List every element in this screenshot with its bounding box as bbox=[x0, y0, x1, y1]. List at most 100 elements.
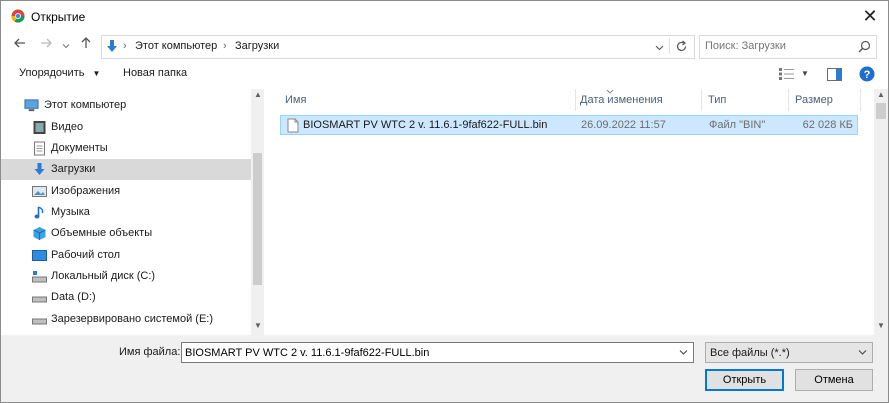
sidebar-item-this-pc[interactable]: Этот компьютер bbox=[1, 95, 251, 116]
sidebar-item-label: Локальный диск (C:) bbox=[51, 270, 156, 282]
chevron-down-icon[interactable] bbox=[655, 43, 664, 52]
drive-icon bbox=[32, 296, 47, 303]
breadcrumb-separator-icon: › bbox=[223, 40, 227, 52]
forward-button[interactable] bbox=[37, 36, 55, 54]
sidebar-item-music[interactable]: Музыка bbox=[1, 202, 251, 223]
breadcrumb-downloads[interactable]: Загрузки bbox=[235, 40, 279, 52]
cancel-button[interactable]: Отмена bbox=[795, 369, 873, 391]
sidebar-item-3d-objects[interactable]: Объемные объекты bbox=[1, 223, 251, 244]
refresh-icon[interactable] bbox=[675, 40, 688, 53]
sidebar-item-label: Объемные объекты bbox=[51, 227, 153, 239]
file-name: BIOSMART PV WTC 2 v. 11.6.1-9faf622-FULL… bbox=[303, 119, 548, 131]
sidebar-item-label: Изображения bbox=[51, 185, 121, 197]
column-header-type[interactable]: Тип bbox=[708, 89, 726, 111]
3d-objects-icon bbox=[33, 227, 46, 240]
column-divider[interactable] bbox=[575, 89, 576, 111]
sidebar-item-desktop[interactable]: Рабочий стол bbox=[1, 245, 251, 266]
sidebar-item-label: Рабочий стол bbox=[51, 249, 121, 261]
breadcrumb-separator-icon: › bbox=[123, 40, 127, 52]
organize-label: Упорядочить bbox=[19, 67, 85, 79]
address-divider bbox=[669, 38, 670, 54]
content-panes: Этот компьютер Видео Документы Загрузки … bbox=[1, 89, 888, 335]
drive-c-icon bbox=[32, 271, 47, 283]
file-type-filter-select[interactable]: Все файлы (*.*) bbox=[705, 342, 873, 363]
open-button[interactable]: Открыть bbox=[705, 369, 784, 391]
bottom-bar: Имя файла: Все файлы (*.*) Открыть Отмен… bbox=[1, 335, 888, 402]
file-list-scrollbar[interactable]: ▲ ▼ bbox=[874, 89, 888, 335]
view-options-icon[interactable] bbox=[779, 68, 795, 80]
column-divider[interactable] bbox=[788, 89, 789, 111]
column-header-size[interactable]: Размер bbox=[795, 89, 833, 111]
search-box[interactable] bbox=[699, 35, 877, 59]
documents-icon bbox=[34, 141, 45, 156]
open-file-dialog: Открытие ✕ › Этот компьютер › Загрузки П… bbox=[0, 0, 889, 403]
file-list-pane: Имя Дата изменения Тип Размер BIOSMART P… bbox=[264, 89, 888, 335]
filename-combobox[interactable] bbox=[181, 342, 694, 363]
filename-label: Имя файла: bbox=[119, 346, 181, 358]
organize-button[interactable]: Упорядочить ▼ bbox=[19, 67, 100, 79]
search-input[interactable] bbox=[705, 39, 850, 53]
computer-icon bbox=[24, 99, 39, 112]
sidebar-item-drive-e[interactable]: Зарезервировано системой (E:) bbox=[1, 309, 251, 330]
back-button[interactable] bbox=[11, 36, 29, 54]
view-menu-caret-icon[interactable]: ▼ bbox=[801, 69, 809, 78]
chevron-down-icon bbox=[62, 44, 70, 49]
column-header-date[interactable]: Дата изменения bbox=[580, 89, 663, 111]
sidebar-item-label: Загрузки bbox=[51, 163, 96, 175]
sidebar-item-label: Data (D:) bbox=[51, 291, 96, 303]
scrollbar-thumb[interactable] bbox=[253, 153, 262, 285]
filename-input[interactable] bbox=[185, 346, 665, 360]
scroll-down-icon[interactable]: ▼ bbox=[254, 321, 262, 330]
scroll-up-icon[interactable]: ▲ bbox=[254, 90, 262, 99]
column-header-name[interactable]: Имя bbox=[285, 89, 306, 111]
svg-text:?: ? bbox=[864, 69, 871, 81]
sidebar-item-downloads[interactable]: Загрузки bbox=[1, 159, 251, 180]
address-bar[interactable]: › Этот компьютер › Загрузки bbox=[101, 35, 695, 59]
chevron-down-icon[interactable] bbox=[858, 349, 867, 356]
forward-arrow-icon bbox=[41, 38, 52, 48]
caret-down-icon: ▼ bbox=[92, 69, 101, 78]
help-icon[interactable]: ? bbox=[859, 66, 875, 82]
up-button[interactable] bbox=[77, 36, 95, 54]
file-type: Файл "BIN" bbox=[709, 119, 766, 131]
close-button[interactable]: ✕ bbox=[859, 5, 881, 27]
title-bar: Открытие ✕ bbox=[1, 1, 888, 32]
breadcrumb-this-pc[interactable]: Этот компьютер bbox=[135, 40, 217, 52]
sidebar-item-documents[interactable]: Документы bbox=[1, 138, 251, 159]
navigation-pane: Этот компьютер Видео Документы Загрузки … bbox=[1, 89, 264, 335]
filter-value: Все файлы (*.*) bbox=[710, 347, 790, 359]
sidebar-item-label: Видео bbox=[51, 121, 84, 133]
sidebar-item-drive-d[interactable]: Data (D:) bbox=[1, 287, 251, 308]
scroll-up-icon[interactable]: ▲ bbox=[877, 90, 885, 99]
up-arrow-icon bbox=[81, 37, 91, 48]
sidebar-item-label: Документы bbox=[51, 142, 108, 154]
sidebar-item-pictures[interactable]: Изображения bbox=[1, 181, 251, 202]
chrome-icon bbox=[11, 9, 25, 23]
preview-pane-icon[interactable] bbox=[827, 68, 842, 81]
pictures-icon bbox=[32, 186, 47, 197]
downloads-icon bbox=[107, 40, 117, 52]
column-divider[interactable] bbox=[860, 89, 861, 111]
sidebar-item-drive-c[interactable]: Локальный диск (C:) bbox=[1, 266, 251, 287]
recent-locations-button[interactable] bbox=[59, 36, 73, 54]
command-toolbar: Упорядочить ▼ Новая папка ▼ ? bbox=[1, 60, 888, 90]
downloads-icon bbox=[34, 163, 45, 175]
new-folder-button[interactable]: Новая папка bbox=[123, 67, 187, 79]
table-row[interactable]: BIOSMART PV WTC 2 v. 11.6.1-9faf622-FULL… bbox=[280, 115, 858, 135]
file-date: 26.09.2022 11:57 bbox=[581, 119, 666, 131]
sidebar-item-label: Зарезервировано системой (E:) bbox=[51, 313, 213, 325]
sidebar-item-videos[interactable]: Видео bbox=[1, 117, 251, 138]
drive-icon bbox=[32, 318, 47, 325]
scroll-down-icon[interactable]: ▼ bbox=[877, 321, 885, 330]
column-divider[interactable] bbox=[701, 89, 702, 111]
scrollbar-thumb[interactable] bbox=[876, 103, 886, 119]
sidebar-item-label: Этот компьютер bbox=[44, 99, 127, 111]
search-icon[interactable] bbox=[858, 40, 871, 53]
chevron-down-icon[interactable] bbox=[679, 349, 688, 356]
back-arrow-icon bbox=[14, 38, 25, 48]
video-icon bbox=[33, 121, 46, 134]
window-title: Открытие bbox=[31, 10, 86, 24]
file-size: 62 028 КБ bbox=[802, 119, 853, 131]
file-icon bbox=[287, 118, 299, 133]
navigation-scrollbar[interactable]: ▲ ▼ bbox=[251, 89, 264, 335]
